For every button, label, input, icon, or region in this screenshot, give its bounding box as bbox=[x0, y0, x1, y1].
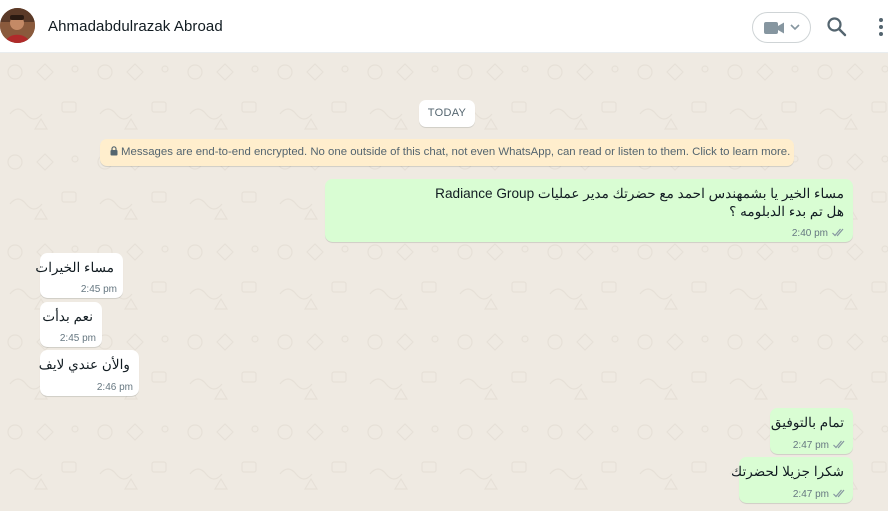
message-text: شكرا جزيلا لحضرتك bbox=[731, 464, 844, 479]
message-bubble-outgoing[interactable]: شكرا جزيلا لحضرتك 2:47 pm bbox=[731, 457, 853, 503]
message-time: 2:40 pm bbox=[791, 228, 828, 239]
search-icon bbox=[827, 17, 847, 37]
message-bubble-incoming[interactable]: نعم بدأت 2:45 pm bbox=[40, 302, 102, 347]
message-time: 2:46 pm bbox=[96, 382, 133, 393]
message-time: 2:45 pm bbox=[80, 284, 117, 295]
message-time: 2:47 pm bbox=[792, 489, 829, 500]
double-check-icon bbox=[833, 440, 845, 449]
search-button[interactable] bbox=[826, 16, 848, 38]
video-call-button[interactable] bbox=[752, 12, 811, 43]
message-text: مساء الخير يا بشمهندس احمد مع حضرتك مدير… bbox=[435, 186, 844, 201]
lock-icon bbox=[110, 146, 118, 156]
message-text: والأن عندي لايف bbox=[38, 357, 130, 372]
encryption-notice[interactable]: Messages are end-to-end encrypted. No on… bbox=[100, 139, 794, 166]
chevron-down-icon bbox=[789, 24, 800, 31]
video-camera-icon bbox=[763, 21, 784, 34]
date-separator: TODAY bbox=[419, 100, 475, 127]
message-text: تمام بالتوفيق bbox=[770, 415, 844, 430]
avatar[interactable] bbox=[0, 8, 35, 43]
message-bubble-outgoing[interactable]: مساء الخير يا بشمهندس احمد مع حضرتك مدير… bbox=[325, 179, 853, 242]
message-bubble-outgoing[interactable]: تمام بالتوفيق 2:47 pm bbox=[770, 408, 853, 454]
double-check-icon bbox=[833, 489, 845, 498]
double-check-icon bbox=[832, 228, 844, 237]
message-bubble-incoming[interactable]: مساء الخيرات 2:45 pm bbox=[35, 253, 123, 298]
more-vertical-icon bbox=[879, 18, 883, 36]
message-bubble-incoming[interactable]: والأن عندي لايف 2:46 pm bbox=[38, 350, 139, 396]
contact-name[interactable]: Ahmadabdulrazak Abroad bbox=[48, 18, 223, 35]
message-time: 2:47 pm bbox=[792, 440, 829, 451]
message-text: هل تم بدء الدبلومه ؟ bbox=[729, 204, 844, 219]
chat-header: Ahmadabdulrazak Abroad bbox=[0, 0, 888, 53]
message-text: نعم بدأت bbox=[42, 309, 93, 324]
message-time: 2:45 pm bbox=[59, 333, 96, 344]
menu-button[interactable] bbox=[876, 16, 886, 38]
message-text: مساء الخيرات bbox=[35, 260, 114, 275]
encryption-notice-text: Messages are end-to-end encrypted. No on… bbox=[121, 146, 791, 158]
